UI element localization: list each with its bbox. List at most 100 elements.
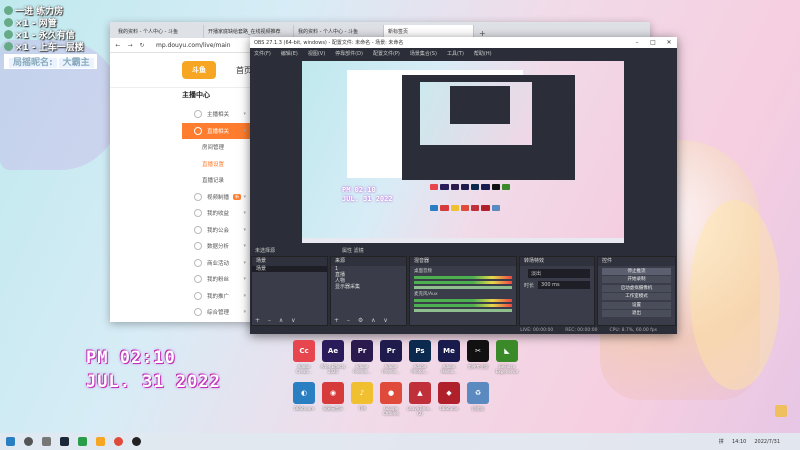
source-item[interactable]: 显示器采集 [331, 284, 406, 290]
sidebar-item[interactable]: 直播设置 [182, 156, 250, 173]
app-icon: ◐ [293, 382, 315, 404]
desktop-app-shortcut[interactable]: ● Google Chrome [376, 382, 406, 416]
desktop-app-shortcut[interactable]: ◉ 网易云音乐 [318, 382, 348, 411]
preview-obs [402, 75, 575, 180]
mixer-track-label: 桌面音频 [414, 269, 432, 274]
duration-field[interactable]: 300 ms [538, 281, 590, 289]
transitions-title: 转场特效 [520, 257, 594, 266]
studio-mode-button[interactable]: 工作室模式 [602, 293, 671, 300]
desktop-folder-icon[interactable] [775, 405, 787, 417]
site-logo[interactable]: 斗鱼 [182, 61, 216, 79]
props-filters-buttons[interactable]: 属性 滤镜 [342, 247, 364, 254]
menu-scene-collection[interactable]: 场景集合(S) [410, 50, 437, 57]
desktop-app-shortcut[interactable]: ▲ LeaveTime... (2) [405, 382, 435, 416]
desktop-app-shortcut[interactable]: Ps Adobe Photos... [405, 340, 435, 374]
close-icon[interactable]: ✕ [661, 39, 677, 46]
ime-indicator[interactable]: 拼 [719, 438, 724, 445]
desktop-app-shortcut[interactable]: ✂ 剪映专业版 [463, 340, 493, 369]
sidebar-item[interactable]: 我的粉丝 ▾ [182, 271, 250, 288]
desktop-app-shortcut[interactable]: Me Adobe Media... [434, 340, 464, 374]
sidebar-item[interactable]: 直播记录 [182, 172, 250, 189]
system-tray: 拼 14:10 2022/7/31 [719, 438, 780, 446]
desktop-app-shortcut[interactable]: Cc Adobe Creati... [289, 340, 319, 374]
transition-select[interactable]: 淡出 [528, 269, 590, 278]
start-recording-button[interactable]: 开始录制 [602, 276, 671, 283]
wechat-icon[interactable] [78, 437, 87, 446]
forward-icon[interactable]: → [126, 42, 134, 49]
badge-icon [4, 30, 13, 39]
menu-edit[interactable]: 编辑(E) [281, 50, 298, 57]
sources-toolbar[interactable]: + – ⚙ ∧ ∨ [334, 317, 391, 324]
back-icon[interactable]: ← [114, 42, 122, 49]
menu-profile[interactable]: 配置文件(P) [373, 50, 400, 57]
browser-tab[interactable]: 我的资料 - 个人中心 - 斗鱼 [114, 25, 204, 38]
chevron-down-icon: ▾ [243, 226, 246, 233]
desktop-app-shortcut[interactable]: ♻ 回收站 [463, 382, 493, 411]
desktop-app-shortcut[interactable]: ◆ OBStudio [434, 382, 464, 411]
menu-file[interactable]: 文件(F) [254, 50, 271, 57]
chrome-icon[interactable] [114, 437, 123, 446]
menu-view[interactable]: 视图(V) [308, 50, 325, 57]
app-label: TIM [358, 406, 366, 411]
volume-meter [414, 299, 512, 302]
menu-docks[interactable]: 停靠部件(D) [335, 50, 363, 57]
desktop-app-shortcut[interactable]: ◣ GeForce Experience [492, 340, 522, 374]
sidebar-item[interactable]: 数据分析 ▾ [182, 238, 250, 255]
sidebar-item-label: 直播设置 [202, 161, 225, 168]
desktop-app-shortcut[interactable]: ◐ OBStream [289, 382, 319, 411]
chevron-down-icon: ▾ [243, 127, 246, 134]
preview-icons [430, 184, 510, 224]
virtual-camera-button[interactable]: 启动虚拟摄像机 [602, 284, 671, 292]
volume-meter [414, 276, 512, 279]
badge-icon [4, 18, 13, 27]
desktop-app-shortcut[interactable]: Ae After Effects 2020 [318, 340, 348, 374]
app-icon: Cc [293, 340, 315, 362]
sidebar-item[interactable]: 我的公会 ▾ [182, 222, 250, 239]
sidebar-item[interactable]: 直播相关 ▾ [182, 122, 250, 139]
desktop-app-shortcut[interactable]: ♪ TIM [347, 382, 377, 411]
stop-stream-button[interactable]: 停止推流 [602, 267, 671, 275]
task-view-icon[interactable] [42, 437, 51, 446]
sidebar-item[interactable]: 综合管理 ▾ [182, 304, 250, 321]
preview-app-icon [471, 205, 480, 211]
volume-meter [414, 304, 512, 307]
sidebar-item[interactable]: 商业活动 ▾ [182, 255, 250, 272]
desktop-app-shortcut[interactable]: Pr Adobe Premie... [376, 340, 406, 374]
settings-button[interactable]: 设置 [602, 301, 671, 309]
sidebar-item[interactable]: 我的推广 ▾ [182, 288, 250, 305]
menu-help[interactable]: 帮助(H) [474, 50, 492, 57]
maximize-icon[interactable]: □ [645, 39, 661, 46]
sidebar-item-icon [194, 126, 202, 135]
app-label: Adobe Premie... [382, 364, 400, 374]
sidebar-item-icon [194, 258, 202, 267]
exit-button[interactable]: 退出 [602, 310, 671, 317]
search-icon[interactable] [24, 437, 33, 446]
sidebar-item-icon [194, 110, 202, 119]
douyu-icon[interactable] [96, 437, 105, 446]
tray-time[interactable]: 14:10 [732, 439, 746, 445]
sidebar-item[interactable]: 视频制播新 ▾ [182, 189, 250, 206]
reload-icon[interactable]: ↻ [138, 42, 146, 49]
start-icon[interactable] [6, 437, 15, 446]
badge-icon [4, 6, 13, 15]
desktop-app-shortcut[interactable]: Pr Adobe Premie... [347, 340, 377, 374]
scene-item[interactable]: 场景 [252, 266, 327, 272]
preview-clock: PM 02:10 JUL. 31 2022 [342, 186, 393, 204]
sidebar-item-label: 直播记录 [202, 178, 225, 185]
tray-date[interactable]: 2022/7/31 [754, 439, 780, 445]
obs-icon[interactable] [132, 437, 141, 446]
steam-icon[interactable] [60, 437, 69, 446]
sidebar-item[interactable]: 主播相关 ▾ [182, 106, 250, 123]
preview-nested-obs [450, 86, 510, 124]
menu-tools[interactable]: 工具(T) [447, 50, 464, 57]
sidebar-item[interactable]: 我的收益 ▾ [182, 205, 250, 222]
sidebar-item[interactable]: 房间管理 [182, 139, 250, 156]
obs-preview[interactable]: PM 02:10 JUL. 31 2022 [302, 61, 624, 243]
minimize-icon[interactable]: – [629, 39, 645, 46]
url-field[interactable]: mp.douyu.com/live/main [156, 42, 231, 49]
volume-slider[interactable] [414, 286, 512, 289]
app-label: LeaveTime... (2) [407, 406, 433, 416]
volume-slider[interactable] [414, 309, 512, 312]
scenes-toolbar[interactable]: + – ∧ ∨ [255, 317, 299, 324]
app-icon: ◆ [438, 382, 460, 404]
